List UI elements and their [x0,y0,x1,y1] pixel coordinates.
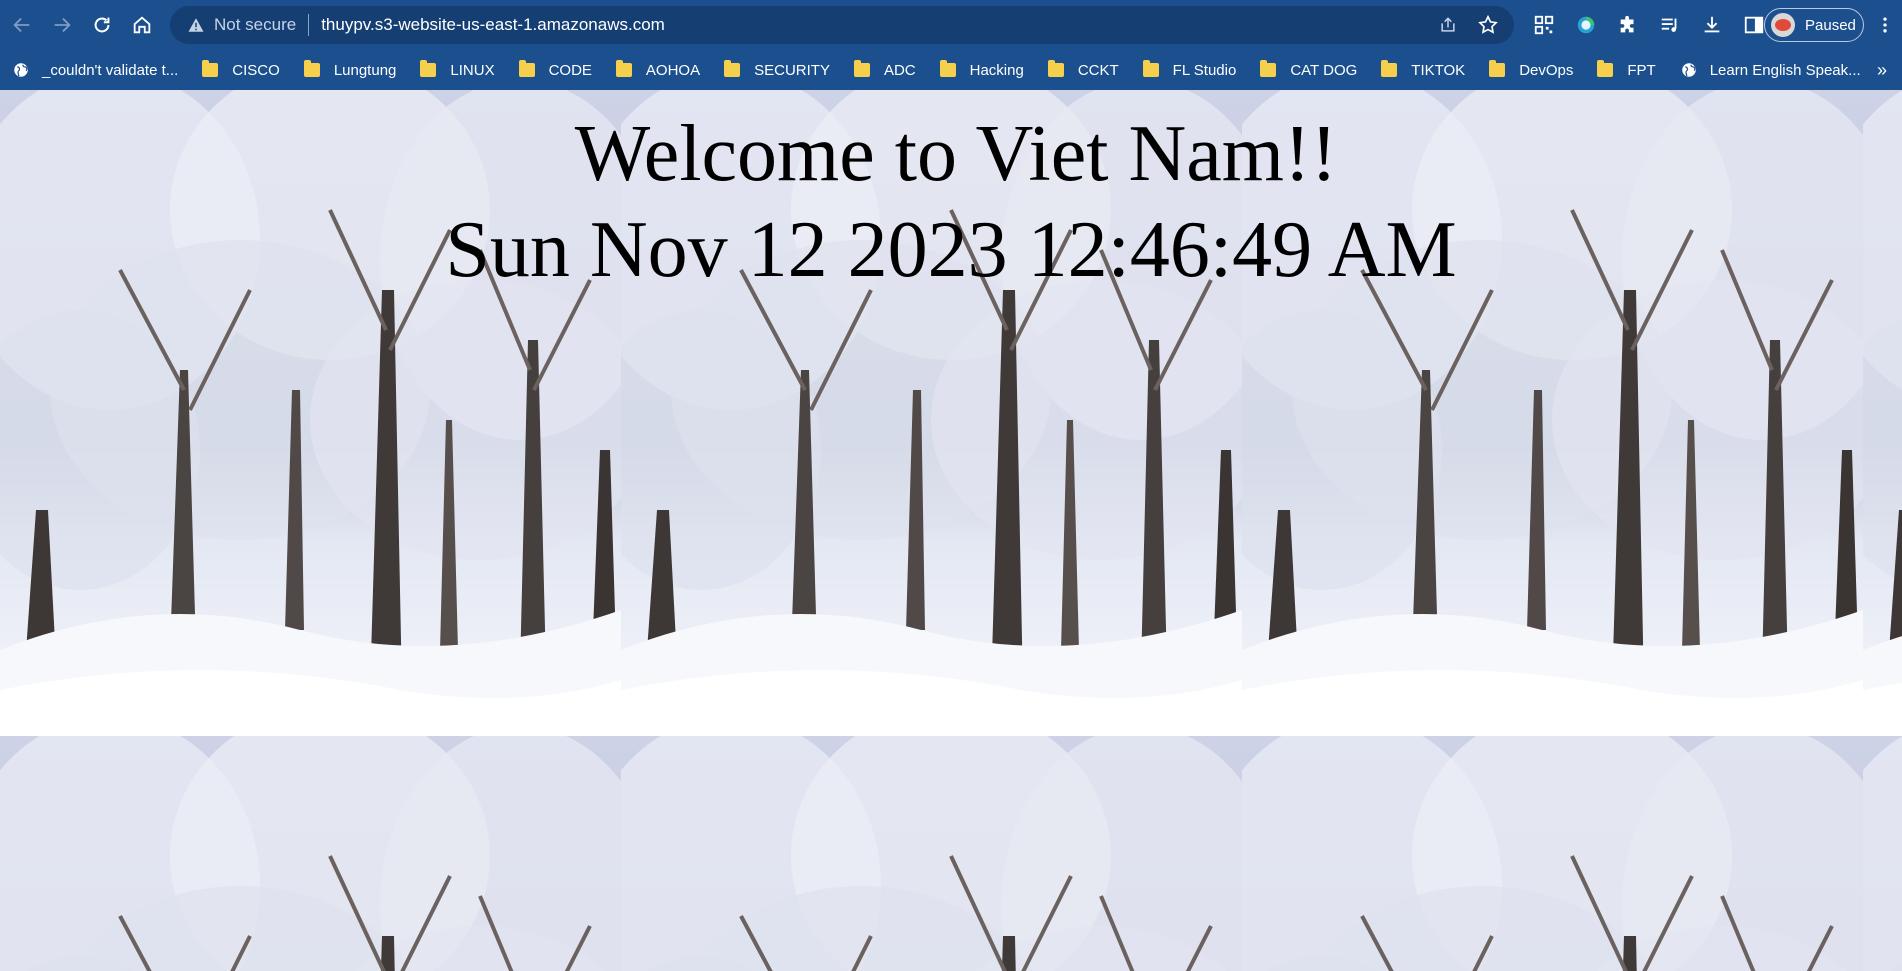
bookmark-folder[interactable]: FL Studio [1142,54,1247,86]
folder-icon [939,60,956,77]
bookmark-label: CODE [548,61,592,79]
folder-icon [202,60,219,77]
forward-button[interactable] [42,5,82,45]
folder-icon [1047,60,1064,77]
media-queue-icon[interactable] [1650,5,1690,45]
bookmark-label: CAT DOG [1290,61,1358,79]
arrow-left-icon [13,17,30,33]
bookmark-label: TIKTOK [1411,61,1466,79]
bookmark-label: CCKT [1077,61,1119,79]
bookmark-folder[interactable]: SECURITY [724,54,840,86]
folder-icon [1260,60,1277,77]
page-heading-block: Welcome to Viet Nam!! Sun Nov 12 2023 12… [0,106,1902,298]
current-datetime: Sun Nov 12 2023 12:46:49 AM [445,206,1457,294]
qr-code-icon[interactable] [1524,5,1564,45]
bookmark-star-icon[interactable] [1470,7,1506,43]
share-icon[interactable] [1430,7,1466,43]
folder-icon [724,60,741,77]
address-separator [308,14,310,36]
extension-circle-icon[interactable] [1566,5,1606,45]
folder-icon [303,60,320,77]
arrow-right-icon [54,17,71,33]
bookmark-label: FPT [1627,61,1656,79]
bookmarks-overflow-icon[interactable]: » [1870,50,1894,90]
bookmark-label: SECURITY [754,61,830,79]
bookmark-label: Lungtung [333,61,397,79]
bookmark-label: AOHOA [645,61,701,79]
profile-button[interactable]: Paused [1764,8,1864,42]
bookmark-label: LINUX [450,61,495,79]
home-button[interactable] [122,5,162,45]
reload-icon [94,17,110,33]
bookmark-folder[interactable]: AOHOA [615,54,710,86]
bookmark-item[interactable]: Learn English Speak... [1680,54,1871,86]
reload-button[interactable] [82,5,122,45]
bookmark-label: ADC [883,61,916,79]
folder-icon [1142,60,1159,77]
bookmark-folder[interactable]: CCKT [1047,54,1129,86]
bookmark-folder[interactable]: Hacking [939,54,1034,86]
folder-icon [853,60,870,77]
url-text[interactable]: thuypv.s3-website-us-east-1.amazonaws.co… [321,15,665,35]
menu-button[interactable] [1870,5,1900,45]
bookmark-folder[interactable]: TIKTOK [1381,54,1475,86]
globe-icon [14,63,28,77]
extensions-puzzle-icon[interactable] [1608,5,1648,45]
page-viewport: Welcome to Viet Nam!! Sun Nov 12 2023 12… [0,90,1902,971]
bookmark-label: DevOps [1519,61,1574,79]
bookmark-folder[interactable]: ADC [853,54,926,86]
bookmark-folder[interactable]: CODE [518,54,602,86]
bookmark-label: Learn English Speak... [1709,61,1861,79]
folder-icon [615,60,632,77]
globe-icon [1681,63,1696,77]
bookmark-folder[interactable]: FPT [1597,54,1665,86]
bookmark-folder[interactable]: CAT DOG [1260,54,1367,86]
folder-icon [1597,60,1614,77]
folder-icon [420,60,437,77]
bookmark-item[interactable]: _couldn't validate t... [12,54,188,86]
bookmark-label: CISCO [232,61,280,79]
avatar [1771,13,1795,37]
warning-icon[interactable] [184,13,208,37]
bookmark-label: _couldn't validate t... [42,61,179,79]
bookmark-folder[interactable]: DevOps [1489,54,1583,86]
more-vert-icon [1883,17,1887,33]
bookmark-label: Hacking [969,61,1024,79]
profile-status: Paused [1805,16,1856,34]
security-status[interactable]: Not secure [214,15,296,35]
bookmark-folder[interactable]: Lungtung [303,54,407,86]
folder-icon [1489,60,1506,77]
back-button[interactable] [2,5,42,45]
home-icon [133,16,151,34]
folder-icon [518,60,535,77]
folder-icon [1381,60,1398,77]
page-title: Welcome to Viet Nam!! [574,110,1338,198]
bookmarks-bar: _couldn't validate t... CISCO Lungtung L… [0,50,1902,90]
download-icon[interactable] [1692,5,1732,45]
bookmark-folder[interactable]: CISCO [202,54,290,86]
bookmark-folder[interactable]: LINUX [420,54,504,86]
browser-toolbar: Not secure thuypv.s3-website-us-east-1.a… [0,0,1902,50]
bookmark-label: FL Studio [1172,61,1237,79]
address-bar[interactable]: Not secure thuypv.s3-website-us-east-1.a… [170,6,1514,44]
